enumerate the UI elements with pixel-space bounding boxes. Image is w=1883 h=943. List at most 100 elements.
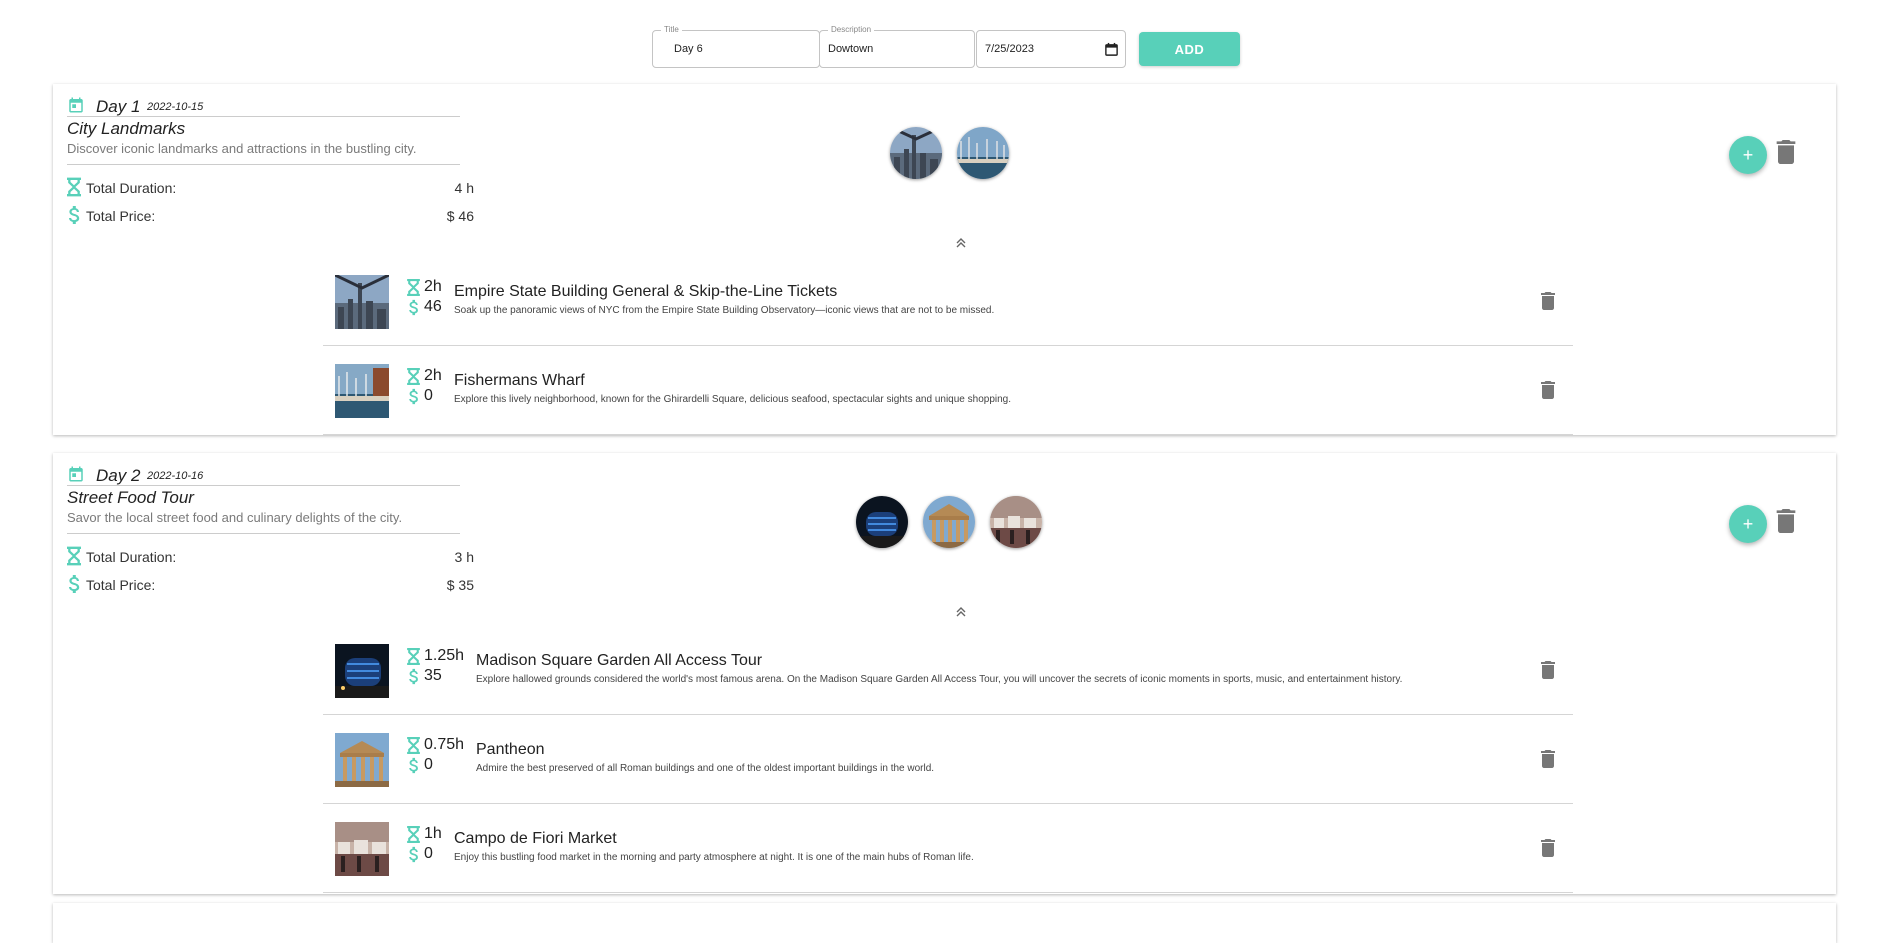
title-field[interactable]: Title: [652, 24, 820, 68]
day-title: City Landmarks: [67, 119, 186, 138]
activity-image-pantheon: [335, 733, 389, 787]
description-field[interactable]: Description: [819, 24, 975, 68]
activity-avatars: [890, 127, 1009, 179]
total-duration-label: Total Duration:: [86, 180, 177, 196]
activity-stats: 1.25h 35: [407, 646, 467, 686]
day-title: Street Food Tour: [67, 488, 194, 507]
hourglass-icon: [407, 279, 420, 296]
hourglass-icon: [407, 648, 420, 665]
description-input[interactable]: [820, 31, 974, 67]
total-price-row: Total Price: $ 46: [67, 204, 474, 226]
activity-item[interactable]: 0.75h 0 Pantheon Admire the best preserv…: [323, 716, 1573, 804]
date-field[interactable]: [976, 30, 1126, 68]
total-price-row: Total Price: $ 35: [67, 573, 474, 595]
activity-description: Explore this lively neighborhood, known …: [454, 394, 1012, 405]
hourglass-icon: [407, 737, 420, 754]
day-date: 2022-10-15: [147, 101, 204, 113]
activity-duration-value: 2h: [424, 367, 442, 384]
activity-price: 35: [407, 666, 467, 686]
activity-duration-value: 2h: [424, 278, 442, 295]
title-field-label: Title: [661, 24, 682, 36]
activity-name: Madison Square Garden All Access Tour: [476, 652, 763, 669]
activity-price-value: 0: [424, 756, 433, 773]
day-header: Day 2 2022-10-16: [67, 465, 460, 486]
activity-description: Explore hallowed grounds considered the …: [476, 674, 1403, 685]
day-card: Day 2 2022-10-16 Street Food Tour Savor …: [53, 453, 1836, 894]
activity-item[interactable]: 1h 0 Campo de Fiori Market Enjoy this bu…: [323, 805, 1573, 893]
activity-image-madison-square-garden: [335, 644, 389, 698]
total-duration-label: Total Duration:: [86, 549, 177, 565]
add-day-form: Title Description ADD: [652, 24, 1240, 68]
calendar-picker-icon[interactable]: [1104, 42, 1119, 57]
delete-activity-icon[interactable]: [1541, 381, 1555, 399]
add-activity-button[interactable]: +: [1729, 505, 1767, 543]
delete-activity-icon[interactable]: [1541, 661, 1555, 679]
day-description: Discover iconic landmarks and attraction…: [67, 141, 460, 165]
delete-day-icon[interactable]: [1776, 140, 1796, 164]
activity-description: Enjoy this bustling food market in the m…: [454, 852, 974, 863]
avatar-campo-de-fiori: [990, 496, 1042, 548]
activity-duration-value: 0.75h: [424, 736, 465, 753]
activity-price-value: 35: [424, 667, 442, 684]
day-label: Day 1: [96, 97, 141, 116]
delete-activity-icon[interactable]: [1541, 750, 1555, 768]
calendar-icon: [67, 465, 85, 483]
activity-price-value: 0: [424, 845, 433, 862]
activity-stats: 0.75h 0: [407, 735, 467, 775]
total-price-value: $ 35: [446, 577, 474, 593]
activity-price-value: 0: [424, 387, 433, 404]
title-input[interactable]: [653, 31, 819, 67]
dollar-icon: [407, 388, 420, 405]
activity-name: Fishermans Wharf: [454, 372, 585, 389]
add-activity-button[interactable]: +: [1729, 136, 1767, 174]
day-card: Day 1 2022-10-15 City Landmarks Discover…: [53, 84, 1836, 435]
activity-image-empire-state: [335, 275, 389, 329]
activity-name: Pantheon: [476, 741, 545, 758]
day-description: Savor the local street food and culinary…: [67, 510, 460, 534]
total-duration-value: 3 h: [454, 549, 474, 565]
activity-avatars: [856, 496, 1042, 548]
dollar-icon: [407, 757, 420, 774]
delete-activity-icon[interactable]: [1541, 839, 1555, 857]
activity-price-value: 46: [424, 298, 442, 315]
avatar-pantheon: [923, 496, 975, 548]
dollar-icon: [407, 846, 420, 863]
activity-name: Campo de Fiori Market: [454, 830, 617, 847]
total-price-value: $ 46: [446, 208, 474, 224]
dollar-icon: [407, 299, 420, 316]
avatar-madison-square-garden: [856, 496, 908, 548]
day-header: Day 1 2022-10-15: [67, 96, 460, 117]
avatar-empire-state: [890, 127, 942, 179]
hourglass-icon: [407, 368, 420, 385]
delete-day-icon[interactable]: [1776, 509, 1796, 533]
activity-duration: 0.75h: [407, 735, 467, 755]
date-input[interactable]: [977, 31, 1095, 67]
total-duration-row: Total Duration: 3 h: [67, 545, 474, 567]
activity-image-campo-de-fiori: [335, 822, 389, 876]
activity-item[interactable]: 1.25h 35 Madison Square Garden All Acces…: [323, 627, 1573, 715]
activity-duration-value: 1.25h: [424, 647, 465, 664]
activity-item[interactable]: 2h 0 Fishermans Wharf Explore this livel…: [323, 347, 1573, 435]
collapse-icon[interactable]: [954, 237, 968, 249]
activity-description: Admire the best preserved of all Roman b…: [476, 763, 935, 774]
total-duration-value: 4 h: [454, 180, 474, 196]
description-field-label: Description: [828, 24, 875, 36]
dollar-icon: [67, 574, 81, 594]
total-duration-row: Total Duration: 4 h: [67, 176, 474, 198]
activity-item[interactable]: 2h 46 Empire State Building General & Sk…: [323, 258, 1573, 346]
hourglass-icon: [407, 826, 420, 843]
delete-activity-icon[interactable]: [1541, 292, 1555, 310]
day-label: Day 2: [96, 466, 141, 485]
total-price-label: Total Price:: [86, 208, 156, 224]
activity-duration-value: 1h: [424, 825, 442, 842]
add-button[interactable]: ADD: [1139, 32, 1240, 66]
day-card-partial: [53, 903, 1836, 943]
avatar-fishermans-wharf: [957, 127, 1009, 179]
day-date: 2022-10-16: [147, 470, 204, 482]
activity-name: Empire State Building General & Skip-the…: [454, 283, 838, 300]
hourglass-icon: [67, 177, 81, 197]
activity-price: 0: [407, 755, 467, 775]
collapse-icon[interactable]: [954, 606, 968, 618]
dollar-icon: [67, 205, 81, 225]
activity-image-fishermans-wharf: [335, 364, 389, 418]
